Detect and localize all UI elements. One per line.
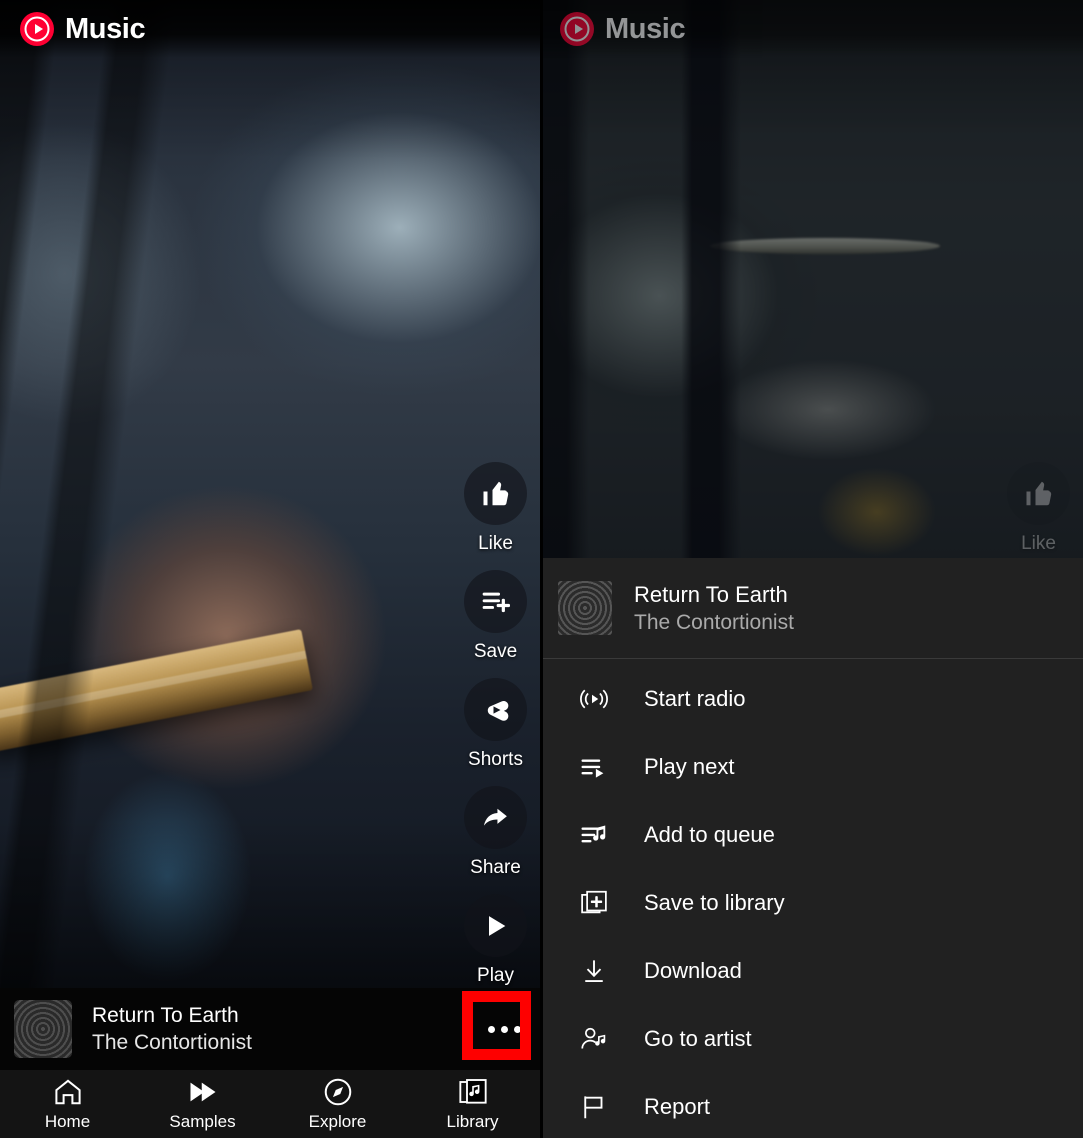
save-library-icon [576,888,612,918]
now-playing-artist: The Contortionist [92,1030,252,1054]
share-label: Share [470,857,521,878]
screenshot-root: Music Like Save Shorts Share Play Return… [0,0,1083,1138]
menu-label-report: Report [644,1094,711,1119]
rail-item-like[interactable]: Like [464,462,527,555]
panel-divider [540,0,543,1138]
artist-icon [576,1024,612,1054]
menu-label-save-to-library: Save to library [644,890,785,915]
more-options-button[interactable] [482,1007,526,1051]
menu-item-save-to-library[interactable]: Save to library [540,869,1083,937]
share-button[interactable] [464,786,527,849]
app-brand-label: Music [605,12,686,45]
menu-item-download[interactable]: Download [540,937,1083,1005]
library-icon [458,1079,487,1104]
thumbs-up-icon [1026,481,1051,505]
play-next-icon [576,752,612,782]
menu-label-start-radio: Start radio [644,686,746,711]
nav-item-explore[interactable]: Explore [270,1076,405,1132]
rail-item-save[interactable]: Save [464,570,527,663]
play-button[interactable] [464,894,527,957]
options-action-sheet: Return To Earth The Contortionist Start … [540,558,1083,1138]
bottom-navigation-bar: Home Samples Explore Library [0,1070,540,1138]
more-options-icon [500,1025,508,1033]
download-icon [576,956,612,986]
app-header-dimmed: Music [540,0,1083,58]
nav-label-samples: Samples [169,1112,236,1131]
menu-label-add-to-queue: Add to queue [644,822,775,847]
menu-item-report[interactable]: Report [540,1073,1083,1138]
like-button [1007,462,1070,525]
playlist-add-icon [482,592,510,612]
flag-icon [576,1092,612,1122]
like-label: Like [478,533,513,554]
rail-item-share[interactable]: Share [464,786,527,879]
more-options-icon [487,1025,495,1033]
save-label: Save [473,641,518,662]
sheet-title: Return To Earth [634,581,788,607]
thumbs-up-icon [483,481,508,505]
sheet-track-meta: Return To Earth The Contortionist [634,582,794,635]
more-options-icon [513,1025,521,1033]
app-header: Music [0,0,540,58]
sheet-header: Return To Earth The Contortionist [540,558,1083,658]
rail-item-shorts[interactable]: Shorts [464,678,527,771]
nav-item-library[interactable]: Library [405,1076,540,1132]
share-arrow-icon [483,808,507,826]
like-label: Like [1021,533,1056,554]
left-phone-panel: Music Like Save Shorts Share Play Return… [0,0,540,1138]
sheet-artist: The Contortionist [634,610,794,634]
nav-item-samples[interactable]: Samples [135,1076,270,1132]
menu-item-add-to-queue[interactable]: Add to queue [540,801,1083,869]
nav-label-explore: Explore [308,1112,367,1131]
play-icon [488,915,505,936]
menu-item-start-radio[interactable]: Start radio [540,665,1083,733]
youtube-music-logo-icon [560,12,594,46]
add-to-queue-icon [576,820,612,850]
nav-label-home: Home [44,1112,91,1131]
shorts-icon [487,700,508,721]
nav-item-home[interactable]: Home [0,1076,135,1132]
menu-item-play-next[interactable]: Play next [540,733,1083,801]
explore-compass-icon [324,1078,351,1106]
album-art-thumbnail [14,1000,72,1058]
right-phone-panel: Music Like Return To Earth The Contortio… [540,0,1083,1138]
rail-item-play[interactable]: Play [464,894,527,987]
rail-item-like: Like [1007,462,1070,555]
youtube-music-logo-icon [20,12,54,46]
shorts-label: Shorts [468,749,523,770]
radio-icon [576,684,612,714]
now-playing-title: Return To Earth [92,1003,239,1027]
action-rail-dimmed: Like [1007,462,1070,570]
menu-label-play-next: Play next [644,754,735,779]
app-brand-label: Music [65,12,146,45]
menu-item-go-to-artist[interactable]: Go to artist [540,1005,1083,1073]
samples-icon [190,1082,215,1102]
like-button[interactable] [464,462,527,525]
sheet-divider [540,658,1083,659]
menu-label-download: Download [644,958,742,983]
album-art-thumbnail [558,581,612,635]
now-playing-text: Return To Earth The Contortionist [92,1004,252,1055]
save-button[interactable] [464,570,527,633]
menu-label-go-to-artist: Go to artist [644,1026,752,1051]
home-icon [54,1079,81,1105]
nav-label-library: Library [446,1112,499,1131]
action-rail: Like Save Shorts Share Play [464,462,527,1002]
shorts-button[interactable] [464,678,527,741]
video-player-background[interactable] [0,0,540,1138]
guitar-prop [0,629,313,753]
play-label: Play [477,965,514,986]
now-playing-bar[interactable]: Return To Earth The Contortionist [0,988,540,1070]
